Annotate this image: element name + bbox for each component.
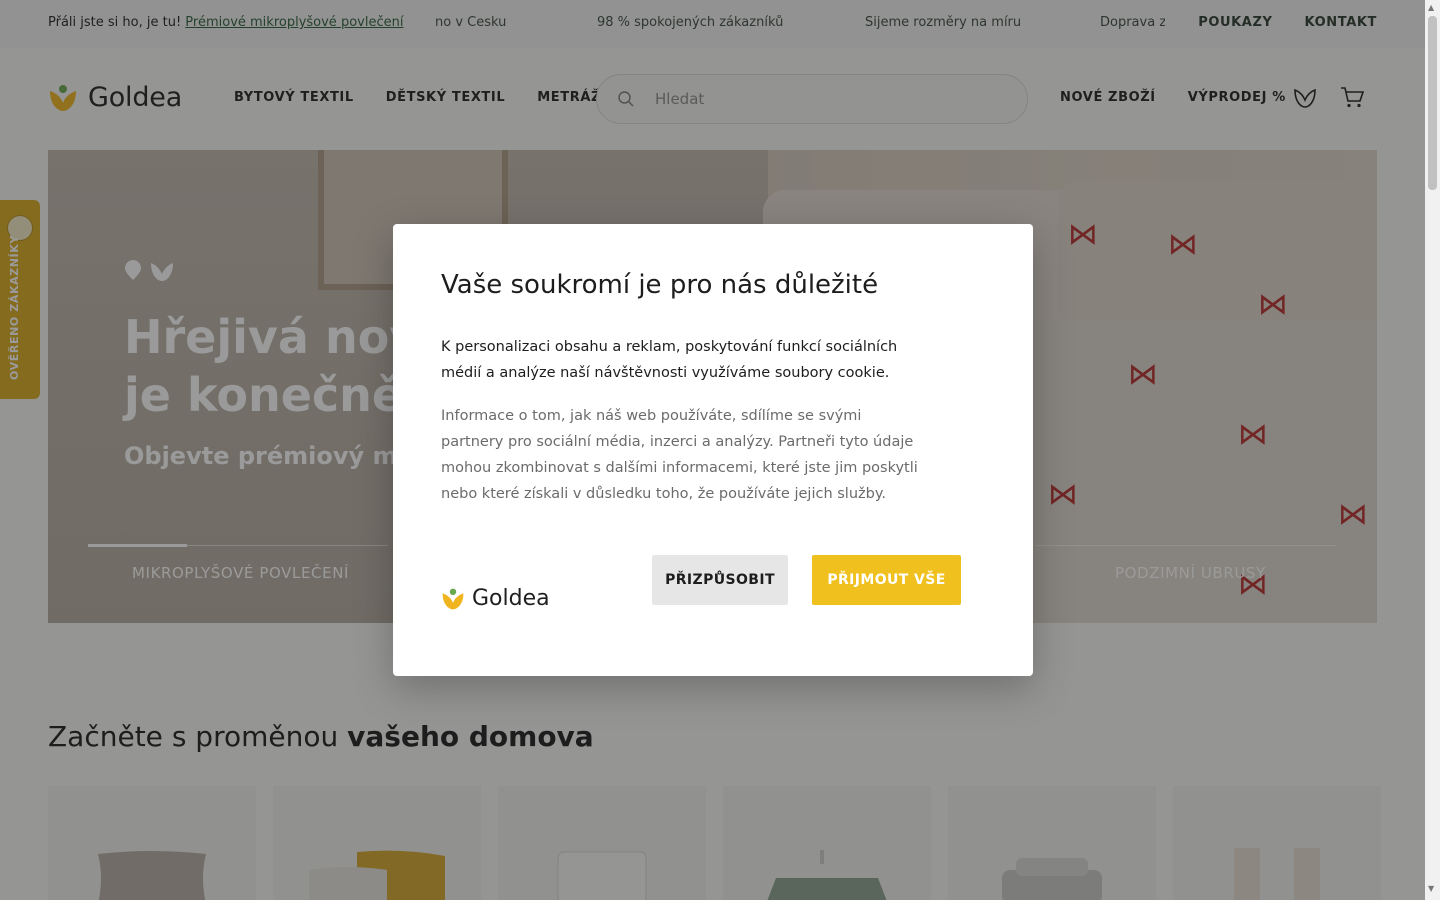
cookie-consent-dialog: Vaše soukromí je pro nás důležité K pers… <box>393 224 1033 676</box>
cookie-dialog-title: Vaše soukromí je pro nás důležité <box>441 270 879 300</box>
cookie-dialog-logo: Goldea <box>441 586 550 611</box>
cookie-dialog-details: Informace o tom, jak náš web používáte, … <box>441 408 918 502</box>
scroll-down-icon[interactable]: ▼ <box>1428 884 1434 893</box>
customize-button[interactable]: PŘIZPŮSOBIT <box>652 555 788 605</box>
page-scrollbar[interactable]: ▲ ▼ <box>1425 0 1440 900</box>
scrollbar-thumb[interactable] <box>1428 16 1437 190</box>
logo-text: Goldea <box>472 586 550 611</box>
logo-leaf-icon <box>442 588 464 609</box>
cookie-dialog-intro: K personalizaci obsahu a reklam, poskyto… <box>441 339 898 381</box>
scroll-up-icon[interactable]: ▲ <box>1428 3 1434 12</box>
accept-all-button[interactable]: PŘIJMOUT VŠE <box>812 555 961 605</box>
